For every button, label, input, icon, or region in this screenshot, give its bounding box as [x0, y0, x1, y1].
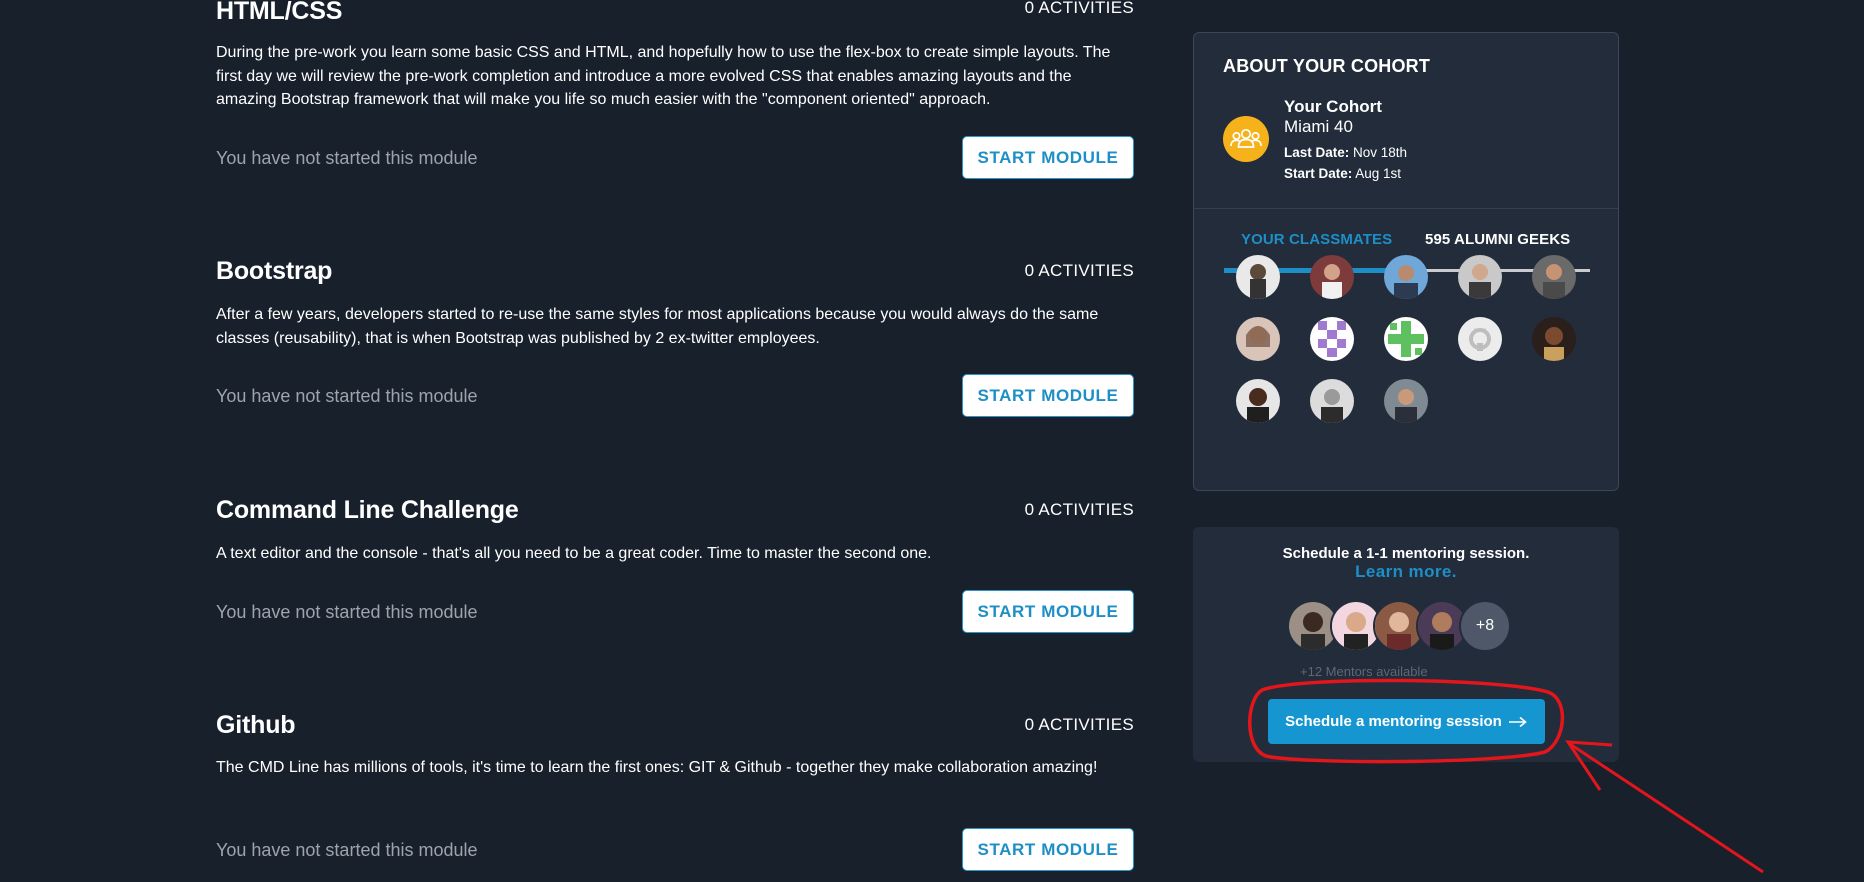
annotation-arrow [1569, 742, 1764, 874]
module-title: Github [216, 711, 296, 739]
module-activities-count: 0 ACTIVITIES [1024, 0, 1134, 17]
arrow-right-icon [1508, 716, 1527, 727]
classmate-avatar[interactable] [1310, 379, 1354, 423]
start-date-value: Aug 1st [1355, 166, 1402, 181]
module-title: HTML/CSS [216, 0, 343, 25]
classmate-avatar[interactable] [1236, 379, 1280, 423]
module-description: During the pre-work you learn some basic… [216, 44, 1111, 108]
module-status: You have not started this module [216, 148, 478, 168]
classmate-avatar[interactable] [1384, 379, 1428, 423]
more-mentors-badge[interactable]: +8 [1459, 600, 1511, 652]
schedule-mentoring-button[interactable]: Schedule a mentoring session [1268, 699, 1545, 744]
mentoring-card: Schedule a 1-1 mentoring session. Learn … [1193, 527, 1619, 762]
last-date-value: Nov 18th [1353, 145, 1408, 160]
classmate-avatar[interactable] [1236, 317, 1280, 361]
start-date-label: Start Date: [1284, 166, 1353, 181]
module-description: After a few years, developers started to… [216, 306, 1099, 347]
module-status: You have not started this module [216, 840, 478, 860]
classmate-avatar[interactable] [1458, 255, 1502, 299]
classmate-avatar[interactable] [1310, 255, 1354, 299]
mentors-available-text: +12 Mentors available [1300, 664, 1428, 679]
classmate-avatar[interactable] [1310, 317, 1354, 361]
classmate-avatar[interactable] [1532, 255, 1576, 299]
start-module-button[interactable]: START MODULE [962, 136, 1134, 179]
cohort-last-date: Last Date: Nov 18th [1284, 145, 1407, 160]
module-activities-count: 0 ACTIVITIES [1024, 261, 1134, 280]
start-module-button[interactable]: START MODULE [962, 590, 1134, 633]
classmate-avatar[interactable] [1236, 255, 1280, 299]
module-description: A text editor and the console - that's a… [216, 545, 932, 562]
module-status: You have not started this module [216, 386, 478, 406]
classmate-avatar[interactable] [1532, 317, 1576, 361]
module-title: Bootstrap [216, 257, 333, 285]
users-group-icon [1223, 116, 1269, 162]
module-title: Command Line Challenge [216, 496, 519, 524]
module-activities-count: 0 ACTIVITIES [1024, 500, 1134, 519]
classmate-avatar[interactable] [1384, 255, 1428, 299]
learn-more-link[interactable]: Learn more. [1193, 562, 1619, 582]
mentoring-prompt: Schedule a 1-1 mentoring session. [1282, 545, 1530, 562]
cohort-card: ABOUT YOUR COHORT Your Cohort Miami 40 L… [1193, 32, 1619, 491]
cohort-name: Miami 40 [1284, 117, 1353, 136]
github-icon[interactable] [1458, 317, 1502, 361]
module-description: The CMD Line has millions of tools, it's… [216, 759, 1098, 776]
tab-your-classmates[interactable]: YOUR CLASSMATES [1241, 231, 1392, 248]
classmate-avatar[interactable] [1384, 317, 1428, 361]
cohort-label: Your Cohort [1284, 97, 1382, 116]
start-module-button[interactable]: START MODULE [962, 828, 1134, 871]
last-date-label: Last Date: [1284, 145, 1350, 160]
module-activities-count: 0 ACTIVITIES [1024, 715, 1134, 734]
schedule-button-label: Schedule a mentoring session [1285, 713, 1502, 730]
cohort-heading: ABOUT YOUR COHORT [1223, 56, 1431, 76]
divider [1194, 208, 1618, 209]
tab-alumni-geeks[interactable]: 595 ALUMNI GEEKS [1425, 231, 1570, 248]
cohort-start-date: Start Date: Aug 1st [1284, 166, 1401, 181]
module-status: You have not started this module [216, 602, 478, 622]
start-module-button[interactable]: START MODULE [962, 374, 1134, 417]
